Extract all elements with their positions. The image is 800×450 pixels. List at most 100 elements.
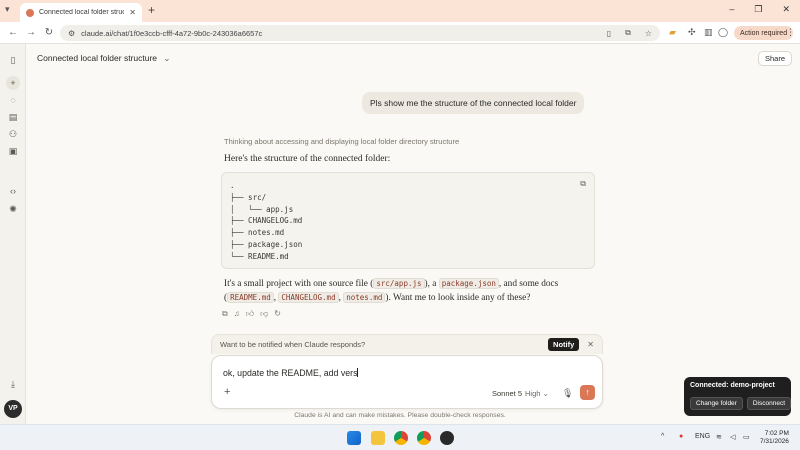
disconnect-button[interactable]: Disconnect bbox=[746, 397, 791, 410]
mic-tray-icon[interactable]: ● bbox=[679, 433, 683, 440]
projects-icon[interactable]: ▤ bbox=[6, 110, 20, 124]
thinking-summary[interactable]: Thinking about accessing and displaying … bbox=[224, 137, 459, 146]
conversation-title: Connected local folder structure bbox=[37, 53, 158, 63]
disclaimer: Claude is AI and can make mistakes. Plea… bbox=[294, 412, 506, 419]
clock-date: 7/31/2026 bbox=[760, 438, 789, 445]
share-button[interactable]: Share bbox=[758, 51, 793, 66]
composer-input[interactable]: ok, update the README, add vers bbox=[223, 368, 359, 378]
tab-close-icon[interactable]: ✕ bbox=[129, 8, 136, 17]
artifacts-icon[interactable]: ⚇ bbox=[6, 127, 20, 141]
app-icon[interactable] bbox=[440, 431, 454, 445]
sidepanel-icon[interactable]: ▥ bbox=[704, 27, 713, 38]
palette-icon[interactable]: ✺ bbox=[6, 202, 20, 216]
action-required-button[interactable]: Action required bbox=[734, 26, 794, 40]
folder-extension-icon[interactable]: ▰ bbox=[669, 27, 676, 38]
bookmark-star-icon[interactable]: ☆ bbox=[645, 29, 652, 38]
message-actions: ⧉ ♫ 👍︎ 👎︎ ↻ bbox=[222, 309, 281, 319]
send-button[interactable]: ↑ bbox=[580, 385, 595, 400]
change-folder-button[interactable]: Change folder bbox=[690, 397, 743, 410]
para-text: It's a small project with one source fil… bbox=[224, 279, 374, 289]
sidebar-toggle-icon[interactable]: ▯ bbox=[6, 53, 20, 67]
menu-kebab-icon[interactable]: ⋮ bbox=[786, 27, 795, 38]
chrome-profile-icon[interactable] bbox=[417, 431, 431, 445]
inline-code: notes.md bbox=[343, 292, 386, 303]
notify-banner: Want to be notified when Claude responds… bbox=[211, 334, 603, 354]
effort-selector[interactable]: High ⌄ bbox=[525, 389, 549, 398]
profile-icon[interactable]: ◯ bbox=[718, 27, 728, 38]
response-paragraph: It's a small project with one source fil… bbox=[224, 277, 594, 305]
conversation-title-dropdown[interactable]: Connected local folder structure ⌄ bbox=[37, 53, 171, 64]
browser-tab-strip: ▾ Connected local folder structu ✕ + – ❐… bbox=[0, 0, 800, 22]
claude-favicon-icon bbox=[26, 8, 34, 17]
code-line: ├── CHANGELOG.md bbox=[230, 216, 303, 226]
speaker-icon[interactable]: ♫ bbox=[234, 309, 240, 319]
inline-code: src/app.js bbox=[373, 278, 425, 289]
connection-popup: Connected: demo-project Change folder Di… bbox=[684, 377, 791, 416]
microphone-icon[interactable]: 🎙︎ bbox=[562, 388, 573, 399]
add-attachment-icon[interactable]: + bbox=[224, 386, 230, 398]
message-composer[interactable]: ok, update the README, add vers + Sonnet… bbox=[211, 355, 603, 409]
file-explorer-icon[interactable] bbox=[371, 431, 385, 445]
code-line: ├── package.json bbox=[230, 239, 303, 249]
install-icon[interactable]: ⧉ bbox=[625, 28, 631, 38]
window-controls: – ❐ ✕ bbox=[729, 4, 790, 15]
code-line: └── README.md bbox=[230, 251, 289, 261]
para-text: ). Want me to look inside any of these? bbox=[385, 293, 531, 303]
language-indicator[interactable]: ENG bbox=[695, 433, 710, 440]
copy-icon[interactable]: ⧉ bbox=[222, 309, 228, 319]
retry-icon[interactable]: ↻ bbox=[274, 309, 281, 319]
maximize-icon[interactable]: ❐ bbox=[754, 4, 762, 15]
chats-icon[interactable]: ◌ bbox=[6, 93, 20, 107]
inline-code: CHANGELOG.md bbox=[278, 292, 339, 303]
site-info-icon[interactable]: ⚙ bbox=[68, 29, 75, 38]
tab-title: Connected local folder structu bbox=[39, 9, 125, 16]
code-block: ⧉ . ├── src/ │ └── app.js ├── CHANGELOG.… bbox=[221, 172, 595, 269]
left-sidebar: ▯ + ◌ ▤ ⚇ ▣ ‹› ✺ ⤓ VP bbox=[0, 44, 26, 450]
close-icon[interactable]: ✕ bbox=[587, 340, 594, 349]
chrome-icon[interactable] bbox=[394, 431, 408, 445]
url-text[interactable]: claude.ai/chat/1f0e3ccb-cfff-4a72-9b0c-2… bbox=[81, 29, 601, 38]
reload-icon[interactable]: ↻ bbox=[40, 27, 58, 38]
wifi-icon[interactable]: ≋ bbox=[716, 433, 722, 441]
briefcase-icon[interactable]: ▣ bbox=[6, 144, 20, 158]
battery-icon[interactable]: ▭ bbox=[743, 433, 750, 441]
chevron-down-icon: ⌄ bbox=[163, 53, 171, 63]
inline-code: package.json bbox=[438, 278, 499, 289]
inline-code: README.md bbox=[227, 292, 274, 303]
extensions-icon[interactable]: ✣ bbox=[688, 27, 696, 38]
tab-list-icon[interactable]: ▾ bbox=[5, 4, 10, 15]
code-line: ├── notes.md bbox=[230, 228, 285, 238]
clock[interactable]: 7:02 PM 7/31/2026 bbox=[760, 430, 789, 446]
back-icon[interactable]: ← bbox=[4, 27, 22, 38]
browser-toolbar: ← → ↻ ⚙ claude.ai/chat/1f0e3ccb-cfff-4a7… bbox=[0, 22, 800, 44]
new-chat-icon[interactable]: + bbox=[6, 76, 20, 90]
composer-input-text: ok, update the README, add vers bbox=[223, 368, 358, 378]
minimize-icon[interactable]: – bbox=[729, 4, 734, 15]
address-bar[interactable]: ⚙ claude.ai/chat/1f0e3ccb-cfff-4a72-9b0c… bbox=[60, 25, 660, 41]
user-message: Pls show me the structure of the connect… bbox=[362, 92, 585, 114]
notify-text: Want to be notified when Claude responds… bbox=[220, 340, 366, 349]
thumbs-down-icon[interactable]: 👎︎ bbox=[260, 309, 268, 319]
close-window-icon[interactable]: ✕ bbox=[782, 4, 790, 15]
browser-tab-active[interactable]: Connected local folder structu ✕ bbox=[20, 3, 142, 22]
thumbs-up-icon[interactable]: 👍︎ bbox=[246, 309, 254, 319]
code-icon[interactable]: ‹› bbox=[6, 184, 20, 198]
para-text: ), a bbox=[424, 279, 439, 289]
code-line: ├── src/ bbox=[230, 192, 267, 202]
code-line: . bbox=[230, 181, 235, 190]
new-tab-icon[interactable]: + bbox=[148, 3, 155, 17]
os-taskbar: ^ ● ENG ≋ ◁ ▭ 7:02 PM 7/31/2026 bbox=[0, 424, 800, 450]
connection-actions: Change folder Disconnect bbox=[690, 397, 791, 410]
model-selector[interactable]: Sonnet 5 bbox=[492, 389, 522, 398]
volume-icon[interactable]: ◁ bbox=[730, 433, 735, 441]
windows-start-icon[interactable] bbox=[347, 431, 361, 445]
clock-time: 7:02 PM bbox=[764, 430, 789, 437]
connection-title: Connected: demo-project bbox=[690, 382, 775, 389]
chevron-up-icon[interactable]: ^ bbox=[661, 433, 664, 440]
page-icon[interactable]: ▯ bbox=[607, 29, 611, 38]
text-caret bbox=[357, 368, 359, 377]
download-icon[interactable]: ⤓ bbox=[6, 377, 20, 391]
copy-icon[interactable]: ⧉ bbox=[580, 179, 586, 189]
notify-button[interactable]: Notify bbox=[548, 338, 580, 351]
forward-icon[interactable]: → bbox=[22, 27, 40, 38]
